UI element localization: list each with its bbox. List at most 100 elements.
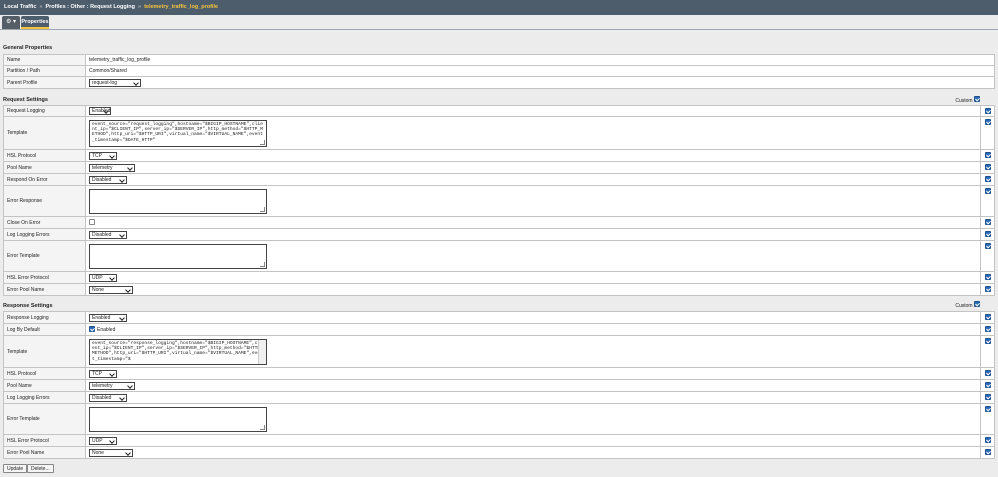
request-log-errors-value: Disabled [92,231,112,238]
log-by-default-checkbox[interactable] [89,325,95,332]
resize-grip-icon[interactable] [260,139,265,145]
general-properties-table: Name telemetry_traffic_log_profile Parti… [3,54,995,89]
respond-on-error-label: Respond On Error [3,173,86,186]
request-hsl-protocol-select[interactable]: TCP [89,151,117,160]
response-error-pool-label: Error Pool Name [3,446,86,459]
request-template-value: event_source="request_logging",hostname=… [92,121,263,143]
close-on-error-custom-checkbox[interactable] [984,219,991,225]
close-on-error-label: Close On Error [3,216,86,229]
chevron-down-icon [119,314,125,321]
request-settings-title: Request Settings [3,97,48,103]
tab-bar: ⚙ ▾ Properties [0,15,998,30]
request-template-textarea[interactable]: event_source="request_logging",hostname=… [89,119,267,147]
parent-profile-select[interactable]: request-log [89,78,141,87]
resize-grip-icon[interactable] [260,206,265,212]
partition-label: Partition / Path [3,65,86,77]
request-error-template-custom-checkbox[interactable] [984,243,991,249]
request-logging-select[interactable]: Enabled [89,107,111,115]
breadcrumb-separator: » [39,4,43,10]
request-hsl-protocol-label: HSL Protocol [3,149,86,162]
response-pool-name-select[interactable]: telemetry [89,381,135,390]
response-hsl-error-protocol-label: HSL Error Protocol [3,434,86,447]
response-log-errors-label: Log Logging Errors [3,391,86,404]
response-template-custom-checkbox[interactable] [984,338,991,344]
response-hsl-error-protocol-select[interactable]: UDP [89,436,117,445]
request-hsl-error-protocol-select[interactable]: UDP [89,273,117,282]
respond-on-error-select[interactable]: Disabled [89,175,127,184]
response-logging-custom-checkbox[interactable] [984,314,991,320]
chevron-down-icon [119,176,125,183]
request-error-pool-value: None [92,286,104,293]
response-error-template-textarea[interactable] [89,406,267,432]
request-template-label: Template [3,116,86,150]
respond-on-error-value: Disabled [92,176,112,183]
chevron-down-icon [109,437,115,444]
request-error-pool-custom-checkbox[interactable] [984,286,991,292]
delete-button[interactable]: Delete... [27,464,54,473]
resize-grip-icon[interactable] [260,261,265,267]
gear-icon[interactable]: ⚙ ▾ [2,16,20,29]
scrollbar[interactable] [258,339,266,364]
request-custom-label: Custom [955,96,980,104]
breadcrumb: Local Traffic» Profiles : Other : Request… [0,0,998,15]
log-by-default-custom-checkbox[interactable] [984,326,991,332]
request-log-errors-select[interactable]: Disabled [89,230,127,239]
name-value: telemetry_traffic_log_profile [85,54,995,66]
request-hsl-error-protocol-value: UDP [92,274,103,281]
response-error-pool-value: None [92,449,104,456]
request-settings-table: Request Logging Enabled Template event_s… [3,105,995,296]
log-by-default-label: Log By Default [3,323,86,336]
request-custom-text: Custom [955,98,973,104]
resize-grip-icon[interactable] [260,424,265,430]
request-pool-custom-checkbox[interactable] [984,164,991,170]
response-hsl-custom-checkbox[interactable] [984,370,991,376]
response-settings-title: Response Settings [3,303,53,309]
update-button[interactable]: Update [3,464,28,473]
response-template-textarea[interactable]: event_source="response_logging",hostname… [89,338,267,365]
request-hsl-custom-checkbox[interactable] [984,152,991,158]
response-custom-checkbox[interactable] [974,301,980,307]
request-logging-custom-checkbox[interactable] [984,108,991,114]
request-error-pool-label: Error Pool Name [3,283,86,296]
close-on-error-checkbox[interactable] [89,218,95,225]
respond-on-error-custom-checkbox[interactable] [984,176,991,182]
request-log-errors-custom-checkbox[interactable] [984,231,991,237]
response-custom-text: Custom [955,303,973,309]
general-properties-title: General Properties [3,45,53,51]
request-hsl-error-custom-checkbox[interactable] [984,274,991,280]
response-template-value: event_source="response_logging",hostname… [92,340,263,362]
request-hsl-error-protocol-label: HSL Error Protocol [3,271,86,284]
response-error-template-custom-checkbox[interactable] [984,406,991,412]
response-logging-select[interactable]: Enabled [89,313,127,322]
chevron-down-icon [119,394,125,401]
request-error-pool-select[interactable]: None [89,285,133,294]
chevron-down-icon [133,79,139,86]
error-response-textarea[interactable] [89,188,267,214]
response-hsl-error-protocol-value: UDP [92,437,103,444]
response-error-pool-custom-checkbox[interactable] [984,449,991,455]
request-error-template-textarea[interactable] [89,243,267,269]
response-log-errors-custom-checkbox[interactable] [984,394,991,400]
chevron-down-icon [109,274,115,281]
breadcrumb-local-traffic[interactable]: Local Traffic [4,4,36,10]
response-log-errors-select[interactable]: Disabled [89,393,127,402]
response-hsl-error-custom-checkbox[interactable] [984,437,991,443]
chevron-down-icon [127,164,133,171]
request-pool-name-select[interactable]: telemetry [89,163,135,172]
request-logging-label: Request Logging [3,105,86,117]
response-template-label: Template [3,335,86,368]
error-response-custom-checkbox[interactable] [984,188,991,194]
request-template-custom-checkbox[interactable] [984,119,991,125]
name-label: Name [3,54,86,66]
response-pool-name-value: telemetry [92,382,113,389]
response-hsl-protocol-value: TCP [92,370,102,377]
breadcrumb-separator: » [138,4,142,10]
tab-properties[interactable]: Properties [21,16,49,29]
request-custom-checkbox[interactable] [974,96,980,102]
response-pool-custom-checkbox[interactable] [984,382,991,388]
parent-profile-label: Parent Profile [3,76,86,89]
breadcrumb-profiles[interactable]: Profiles : Other : Request Logging [45,4,135,10]
response-hsl-protocol-select[interactable]: TCP [89,369,117,378]
partition-value: Common/Shared [85,65,995,77]
response-error-pool-select[interactable]: None [89,448,133,457]
